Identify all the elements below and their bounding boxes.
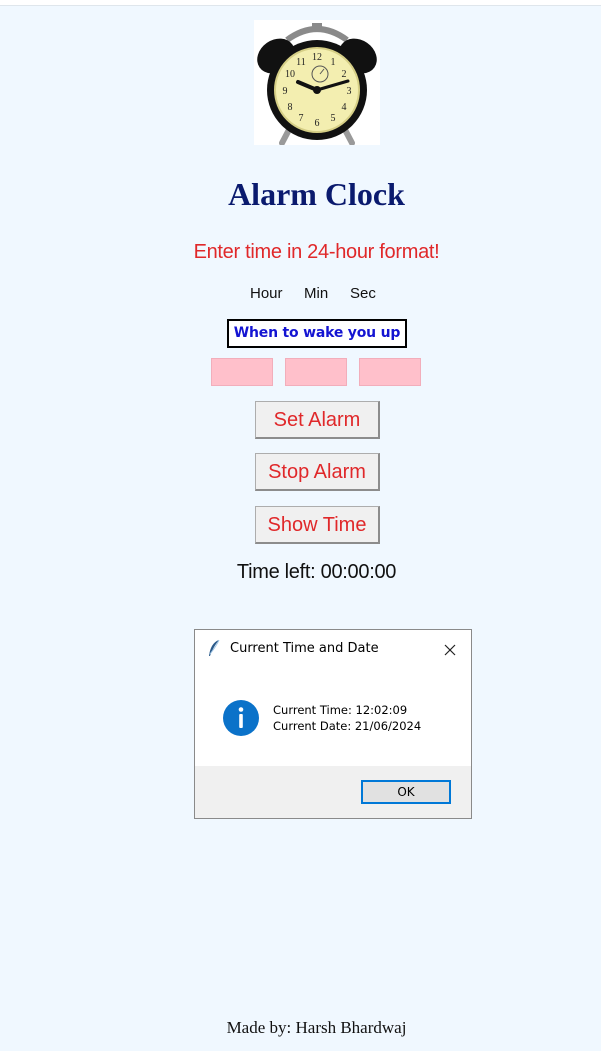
svg-text:9: 9 bbox=[283, 86, 288, 97]
window-top-border bbox=[0, 0, 601, 6]
hour-input[interactable] bbox=[211, 358, 273, 386]
svg-text:6: 6 bbox=[315, 118, 320, 129]
author-credit: Made by: Harsh Bhardwaj bbox=[226, 1018, 407, 1037]
app-title: Alarm Clock bbox=[228, 176, 405, 212]
current-date-text: Current Date: 21/06/2024 bbox=[273, 719, 422, 733]
sec-label: Sec bbox=[350, 285, 376, 302]
time-left-display: Time left: 00:00:00 bbox=[236, 561, 397, 583]
minute-input[interactable] bbox=[285, 358, 347, 386]
dialog-message: Current Time: 12:02:09 Current Date: 21/… bbox=[273, 702, 421, 734]
current-time-text: Current Time: 12:02:09 bbox=[273, 703, 408, 717]
svg-text:12: 12 bbox=[312, 52, 322, 63]
current-time-dialog: Current Time and Date Current Time: 12:0… bbox=[194, 629, 472, 819]
svg-text:10: 10 bbox=[285, 69, 295, 80]
show-time-button[interactable]: Show Time bbox=[255, 506, 380, 544]
svg-text:7: 7 bbox=[299, 113, 304, 124]
wake-up-label: When to wake you up bbox=[227, 319, 407, 348]
second-input[interactable] bbox=[359, 358, 421, 386]
ok-button[interactable]: OK bbox=[361, 780, 451, 804]
dialog-titlebar[interactable]: Current Time and Date bbox=[195, 630, 471, 666]
format-instruction: Enter time in 24-hour format! bbox=[193, 241, 440, 263]
stop-alarm-button[interactable]: Stop Alarm bbox=[255, 453, 380, 491]
svg-text:5: 5 bbox=[331, 113, 336, 124]
svg-text:4: 4 bbox=[342, 102, 347, 113]
svg-text:1: 1 bbox=[331, 57, 336, 68]
dialog-title: Current Time and Date bbox=[230, 641, 379, 656]
dialog-footer: OK bbox=[195, 766, 471, 818]
svg-text:2: 2 bbox=[342, 69, 347, 80]
min-label: Min bbox=[304, 285, 329, 302]
set-alarm-button[interactable]: Set Alarm bbox=[255, 401, 380, 439]
info-icon bbox=[223, 700, 259, 736]
hour-label: Hour bbox=[250, 285, 283, 302]
time-field-labels: Hour Min Sec bbox=[250, 285, 376, 302]
svg-text:11: 11 bbox=[296, 57, 306, 68]
close-icon[interactable] bbox=[437, 637, 463, 661]
svg-text:8: 8 bbox=[288, 102, 293, 113]
svg-text:3: 3 bbox=[347, 86, 352, 97]
alarm-clock-icon: 12 1 2 3 4 5 6 7 8 9 10 11 bbox=[254, 20, 380, 146]
feather-icon bbox=[207, 639, 221, 657]
